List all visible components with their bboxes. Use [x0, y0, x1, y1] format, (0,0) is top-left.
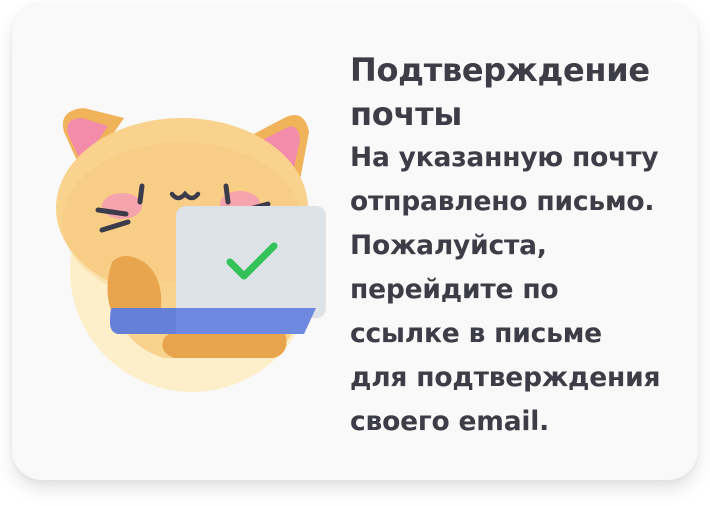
- message-line: отправлено письмо.: [350, 186, 655, 217]
- title-line-2: почты: [350, 95, 463, 133]
- cat-left-eye: [137, 183, 145, 205]
- message-line: Пожалуйста,: [350, 230, 547, 261]
- email-confirmation-card: Подтверждение почты На указанную почту о…: [12, 2, 698, 480]
- message-line: ссылке в письме: [350, 318, 602, 349]
- message-line: На указанную почту: [350, 142, 659, 173]
- cat-right-eye: [223, 183, 231, 205]
- title-line-1: Подтверждение: [350, 51, 650, 89]
- confirmation-text-block: Подтверждение почты На указанную почту о…: [350, 48, 690, 444]
- message-line: для подтверждения: [350, 362, 661, 393]
- message-line: перейдите по: [350, 274, 559, 305]
- dialog-title: Подтверждение почты: [350, 48, 690, 136]
- message-line: своего email.: [350, 406, 550, 437]
- cat-laptop-illustration: [56, 108, 326, 392]
- dialog-message: На указанную почту отправлено письмо. По…: [350, 136, 690, 444]
- laptop-screen: [176, 206, 326, 318]
